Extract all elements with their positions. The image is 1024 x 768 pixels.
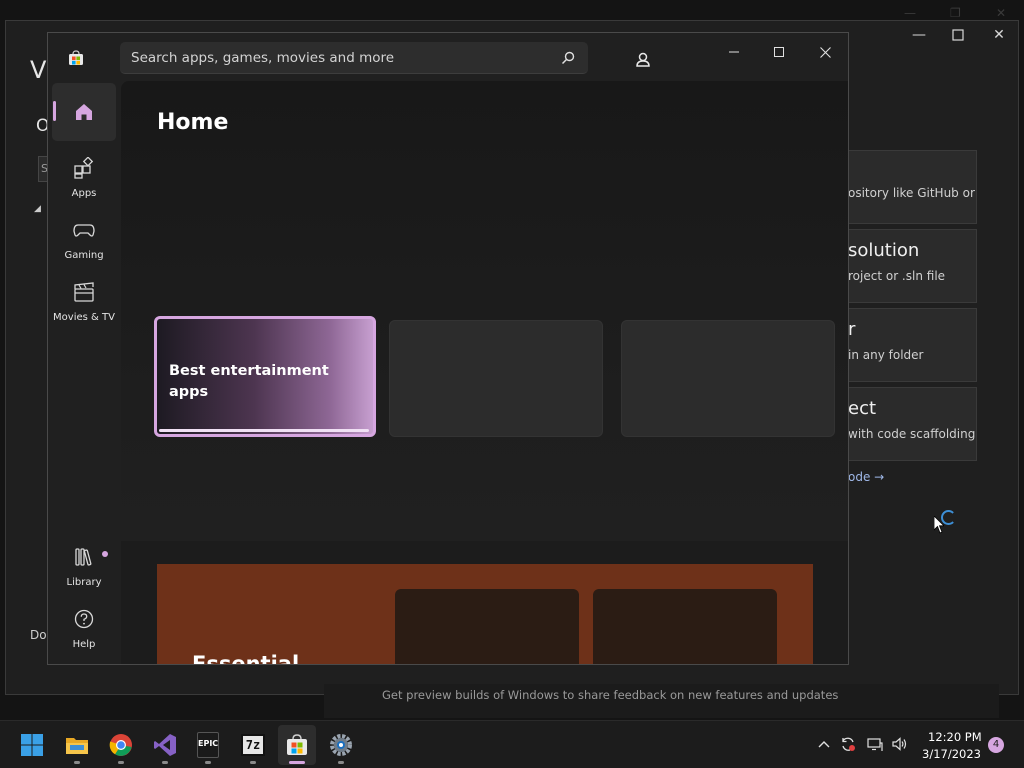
vs-card-open-solution[interactable]: solution roject or .sln file (846, 229, 977, 303)
essentials-tile[interactable] (593, 589, 777, 664)
vs-close-button[interactable]: ✕ (989, 27, 1009, 43)
notification-count-badge[interactable]: 4 (988, 737, 1004, 753)
taskbar: EPIC 7z 12:20 PM 3/17/2023 4 (0, 720, 1024, 768)
featured-card-best-entertainment[interactable]: Best entertainment apps (154, 316, 376, 437)
store-maximize-button[interactable] (756, 42, 802, 62)
apps-icon (74, 157, 94, 179)
store-search-box[interactable]: Search apps, games, movies and more (120, 42, 588, 74)
running-indicator (250, 761, 256, 764)
chevron-up-icon[interactable] (816, 736, 832, 752)
carousel-progress-bar (159, 429, 369, 432)
vs-continue-without-code-link[interactable]: ode → (848, 470, 884, 484)
network-icon[interactable] (867, 736, 883, 752)
nav-item-library[interactable]: Library (52, 538, 116, 596)
store-close-button[interactable] (802, 42, 848, 62)
vs-card-desc: roject or .sln file (848, 269, 946, 283)
nav-label: Library (66, 577, 102, 588)
clock-date[interactable]: 3/17/2023 (922, 747, 981, 761)
visual-studio-icon[interactable] (153, 733, 177, 757)
page-title: Home (157, 110, 229, 135)
essentials-tile[interactable] (395, 589, 579, 664)
store-nav-rail: Apps Gaming Movies & TV Library Help (48, 81, 121, 664)
search-placeholder: Search apps, games, movies and more (131, 50, 395, 66)
vs-card-desc: ository like GitHub or (848, 186, 975, 200)
store-home-content: Home Best entertainment apps Essential (121, 81, 848, 665)
vs-maximize-button[interactable] (948, 27, 968, 43)
expand-triangle-icon[interactable]: ◢ (34, 204, 41, 214)
gamepad-icon (73, 224, 95, 237)
running-indicator (74, 761, 80, 764)
featured-card-placeholder[interactable] (621, 320, 835, 437)
vs-card-title: ect (848, 398, 877, 419)
nav-item-help[interactable]: Help (52, 600, 116, 658)
vs-card-open-folder[interactable]: r in any folder (846, 308, 977, 382)
maximize-icon (952, 29, 964, 41)
minimize-icon (729, 51, 739, 53)
windows-logo-icon[interactable] (20, 733, 44, 757)
chrome-icon[interactable] (109, 733, 133, 757)
nav-label: Apps (71, 188, 97, 199)
featured-card-placeholder[interactable] (389, 320, 603, 437)
volume-icon[interactable] (892, 736, 908, 752)
close-icon[interactable]: ✕ (996, 6, 1006, 20)
microsoft-store-window: Search apps, games, movies and more Apps… (47, 32, 849, 665)
essentials-banner[interactable]: Essential (157, 564, 813, 665)
running-indicator (162, 761, 168, 764)
store-minimize-button[interactable] (711, 42, 757, 62)
vs-card-new-project[interactable]: ect with code scaffolding (846, 387, 977, 461)
nav-label: Gaming (64, 250, 104, 261)
running-indicator (118, 761, 124, 764)
vs-card-title: solution (848, 240, 920, 261)
nav-active-indicator (53, 101, 56, 121)
desktop: — ❐ ✕ — ✕ Vi O S ◢ Do ository like GitHu… (0, 0, 1024, 720)
store-icon[interactable] (285, 733, 309, 757)
clock-time[interactable]: 12:20 PM (928, 730, 982, 744)
home-icon (76, 104, 92, 120)
close-icon (819, 46, 831, 58)
library-icon (75, 548, 92, 566)
featured-card-title: Best entertainment apps (169, 363, 329, 400)
maximize-icon (774, 47, 784, 57)
background-window-controls: — ❐ ✕ (0, 0, 1024, 20)
help-icon (74, 609, 94, 629)
folder-icon[interactable] (65, 733, 89, 757)
vs-card-clone-repository[interactable]: ository like GitHub or (846, 150, 977, 224)
7zip-icon[interactable]: 7z (241, 734, 265, 756)
minimize-icon[interactable]: — (904, 6, 916, 20)
vs-card-desc: in any folder (848, 348, 924, 362)
vs-card-title: r (848, 319, 856, 340)
preview-banner-text: Get preview builds of Windows to share f… (382, 688, 839, 702)
sync-icon[interactable] (840, 736, 856, 752)
search-icon[interactable] (560, 50, 576, 66)
vs-card-desc: with code scaffolding (848, 427, 976, 441)
running-indicator-active (289, 761, 305, 764)
running-indicator (205, 761, 211, 764)
hero-background (121, 81, 848, 541)
essentials-title: Essential (192, 652, 300, 665)
restore-icon[interactable]: ❐ (950, 6, 961, 20)
nav-label: Help (72, 639, 96, 650)
nav-item-home[interactable] (52, 83, 116, 141)
running-indicator (338, 761, 344, 764)
library-update-badge (102, 551, 108, 557)
epic-games-icon[interactable]: EPIC (197, 732, 219, 758)
store-logo-icon (69, 50, 83, 65)
nav-label: Movies & TV (53, 312, 115, 323)
settings-icon[interactable] (329, 733, 353, 757)
vs-bottom-text: Do (30, 628, 47, 642)
nav-item-movies[interactable]: Movies & TV (52, 273, 116, 331)
vs-minimize-button[interactable]: — (909, 27, 929, 43)
account-icon[interactable] (633, 50, 653, 70)
nav-item-apps[interactable]: Apps (52, 149, 116, 207)
nav-item-gaming[interactable]: Gaming (52, 211, 116, 269)
clapperboard-icon (74, 282, 94, 302)
mouse-cursor-icon (934, 516, 944, 534)
